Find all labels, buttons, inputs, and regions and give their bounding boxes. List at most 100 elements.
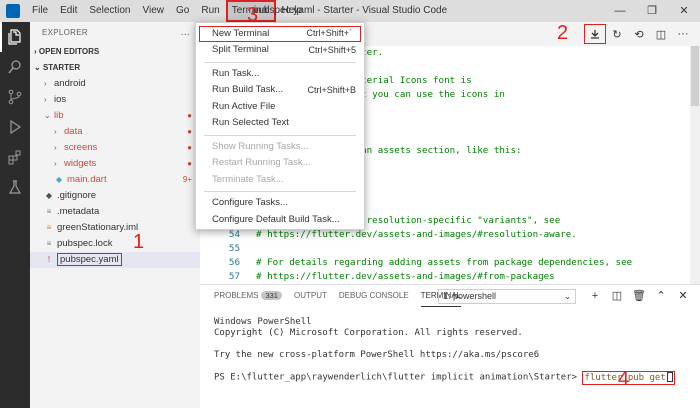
menu-item[interactable]: Split Terminal Ctrl+Shift+5: [196, 42, 364, 59]
menu-edit[interactable]: Edit: [54, 0, 83, 22]
search-icon[interactable]: [0, 52, 30, 82]
code-line: 54 # https://flutter.dev/assets-and-image…: [200, 228, 690, 242]
tree-item-label: pubspec.yaml: [57, 253, 122, 266]
menu-item-shortcut: Ctrl+Shift+B: [307, 85, 356, 95]
problem-decoration: ●: [187, 127, 192, 136]
terminal-select-value: 1: powershell: [443, 291, 497, 301]
files-icon[interactable]: [0, 22, 30, 52]
problem-decoration: ●: [187, 143, 192, 152]
explorer-sidebar: EXPLORER ... › OPEN EDITORS ⌄ STARTER › a…: [30, 22, 200, 408]
tree-item[interactable]: › data ●: [30, 124, 200, 140]
code-line: 55: [200, 242, 690, 256]
iml-file-icon: ≡: [46, 223, 52, 232]
menu-item-label: Terminate Task...: [212, 173, 284, 185]
problem-decoration: 9+: [182, 175, 192, 184]
menu-item[interactable]: Run Task...: [196, 66, 364, 83]
menu-help[interactable]: Help: [276, 0, 309, 22]
menu-file[interactable]: File: [26, 0, 54, 22]
file-icon: ≡: [46, 239, 52, 248]
tab-output[interactable]: OUTPUT: [294, 285, 327, 307]
starter-folder-section[interactable]: ⌄ STARTER: [30, 60, 200, 76]
close-icon[interactable]: ✕: [668, 0, 700, 22]
tree-item[interactable]: ◆ .gitignore: [30, 188, 200, 204]
more-icon[interactable]: ···: [672, 24, 694, 44]
menu-selection[interactable]: Selection: [83, 0, 136, 22]
history-icon[interactable]: ⟲: [628, 24, 650, 44]
tree-item[interactable]: ⌄ lib ●: [30, 108, 200, 124]
run-debug-icon[interactable]: [0, 112, 30, 142]
line-number: 54: [228, 229, 240, 240]
sync-icon[interactable]: ↻: [606, 24, 628, 44]
chevron-right-icon: ›: [54, 159, 57, 168]
vscode-logo-icon: [6, 4, 20, 18]
tree-item-label: android: [54, 78, 86, 89]
menu-view[interactable]: View: [137, 0, 171, 22]
tree-item[interactable]: ≡ .metadata: [30, 204, 200, 220]
tree-item[interactable]: › ios: [30, 92, 200, 108]
trash-icon[interactable]: 🗑: [628, 288, 650, 304]
terminal-line: Try the new cross-platform PowerShell ht…: [214, 350, 540, 360]
add-icon[interactable]: +: [584, 288, 606, 304]
tree-item[interactable]: ◆ main.dart 9+: [30, 172, 200, 188]
tree-item-label: widgets: [64, 158, 97, 169]
tab-debug-console[interactable]: DEBUG CONSOLE: [339, 285, 409, 307]
minimize-icon[interactable]: —: [604, 0, 636, 22]
scrollbar-thumb[interactable]: [691, 46, 699, 106]
git-file-icon: ◆: [45, 191, 53, 200]
menu-item: Terminate Task...: [196, 172, 364, 189]
tree-item[interactable]: › screens ●: [30, 140, 200, 156]
step-number: 4: [618, 368, 630, 390]
file-icon: ≡: [46, 207, 52, 216]
chevron-right-icon: ›: [54, 143, 57, 152]
menu-bar: File Edit Selection View Go Run Terminal…: [26, 0, 308, 22]
split-editor-icon[interactable]: ◫: [650, 24, 672, 44]
line-number: 56: [228, 257, 240, 268]
editor-scrollbar[interactable]: [690, 46, 700, 284]
terminal-output[interactable]: Windows PowerShell Copyright (C) Microso…: [214, 317, 675, 385]
tree-item[interactable]: › android: [30, 76, 200, 92]
menu-item-label: Run Build Task...: [212, 84, 284, 95]
terminal-prompt: PS E:\flutter_app\raywenderlich\flutter …: [214, 372, 583, 383]
menu-item[interactable]: Run Build Task... Ctrl+Shift+B: [196, 82, 364, 99]
terminal-prompt-line: PS E:\flutter_app\raywenderlich\flutter …: [214, 370, 675, 385]
close-panel-icon[interactable]: ✕: [672, 288, 694, 304]
source-control-icon[interactable]: [0, 82, 30, 112]
more-actions-icon[interactable]: ...: [181, 22, 190, 44]
panel-actions: + ◫ 🗑 ⌃ ✕: [584, 288, 694, 304]
tab-problems[interactable]: PROBLEMS 331: [214, 285, 282, 307]
menu-item[interactable]: Configure Default Build Task...: [196, 212, 364, 229]
chevron-down-icon: ⌄: [564, 292, 571, 301]
download-icon[interactable]: [584, 24, 606, 44]
chevron-down-icon: ⌄: [34, 63, 41, 72]
code-line: 56 # For details regarding adding assets …: [200, 256, 690, 270]
menu-item[interactable]: New Terminal Ctrl+Shift+`: [199, 26, 361, 42]
menu-item-label: Configure Tasks...: [212, 197, 288, 208]
menu-item: Restart Running Task...: [196, 155, 364, 172]
menu-item[interactable]: Configure Tasks...: [196, 195, 364, 212]
tree-item[interactable]: ! pubspec.yaml: [30, 252, 200, 268]
open-editors-label: OPEN EDITORS: [38, 47, 100, 56]
menu-item[interactable]: Run Selected Text: [196, 115, 364, 132]
tree-item[interactable]: ≡ pubspec.lock: [30, 236, 200, 252]
tree-item[interactable]: › widgets ●: [30, 156, 200, 172]
chevron-right-icon: ›: [34, 47, 37, 56]
menu-separator: [204, 61, 356, 63]
open-editors-section[interactable]: › OPEN EDITORS: [30, 44, 200, 60]
menu-item-label: New Terminal: [212, 28, 270, 39]
tree-item-label: .gitignore: [57, 190, 97, 201]
terminal-select[interactable]: 1: powershell ⌄: [438, 289, 576, 304]
testing-icon[interactable]: [0, 172, 30, 202]
menu-go[interactable]: Go: [170, 0, 195, 22]
menu-separator: [204, 191, 356, 192]
split-terminal-icon[interactable]: ◫: [606, 288, 628, 304]
tree-item[interactable]: ≡ greenStationary.iml: [30, 220, 200, 236]
menu-run[interactable]: Run: [195, 0, 225, 22]
terminal-menu-dropdown: New Terminal Ctrl+Shift+` Split Terminal Ct…: [195, 22, 365, 230]
terminal-line: Copyright (C) Microsoft Corporation. All…: [214, 328, 523, 338]
dart-file-icon: ◆: [55, 175, 63, 184]
extensions-icon[interactable]: [0, 142, 30, 172]
restore-icon[interactable]: ❐: [636, 0, 668, 22]
explorer-header: EXPLORER ...: [30, 22, 200, 44]
menu-item[interactable]: Run Active File: [196, 99, 364, 116]
maximize-panel-icon[interactable]: ⌃: [650, 288, 672, 304]
